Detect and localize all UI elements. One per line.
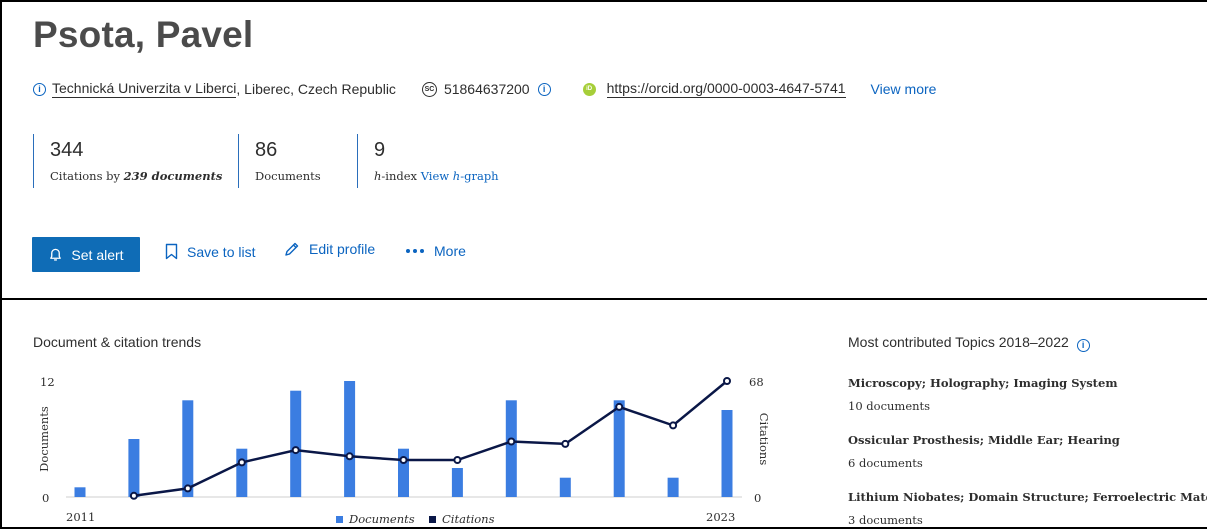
topic-item[interactable]: Lithium Niobates; Domain Structure; Ferr…: [848, 490, 1207, 527]
save-to-list-label: Save to list: [187, 243, 256, 260]
documents-bar: [74, 487, 86, 497]
citations-point: [183, 484, 192, 493]
citations-count: 344: [50, 139, 84, 161]
scopus-info-icon[interactable]: i: [537, 82, 551, 96]
hindex-value: 9: [374, 139, 386, 161]
more-button[interactable]: More: [405, 243, 466, 259]
legend-citations-swatch: [429, 516, 436, 523]
documents-bar: [505, 400, 517, 497]
documents-bar: [398, 448, 409, 497]
citations-point: [507, 437, 516, 446]
hindex-metric: 9 h-index View h-graph: [357, 134, 499, 188]
citations-point: [723, 377, 731, 385]
section-divider: [0, 298, 1207, 300]
documents-bar: [667, 477, 679, 497]
bookmark-icon: [165, 243, 178, 260]
info-icon[interactable]: i: [33, 82, 46, 96]
documents-bar: [344, 381, 356, 497]
citations-point: [237, 458, 246, 467]
x-tick-last: 2023: [706, 510, 735, 524]
edit-profile-button[interactable]: Edit profile: [284, 241, 375, 257]
citations-line: [133, 380, 728, 498]
topic-name: Microscopy; Holography; Imaging System: [848, 376, 1118, 390]
y2-tick-min: 0: [754, 491, 761, 505]
y2-tick-max: 68: [749, 375, 764, 389]
more-dots-icon: [406, 249, 424, 253]
citations-metric[interactable]: 344 Citations by 239 documents: [33, 134, 222, 188]
save-to-list-button[interactable]: Save to list: [165, 243, 255, 260]
affiliation-link[interactable]: Technická Univerzita v Liberci: [52, 80, 237, 98]
topics-info-icon[interactable]: i: [1076, 338, 1090, 352]
citations-point: [129, 491, 138, 500]
documents-bar: [613, 400, 625, 497]
citations-point: [399, 456, 408, 464]
topic-name: Ossicular Prosthesis; Middle Ear; Hearin…: [848, 433, 1120, 447]
documents-bar: [236, 448, 248, 497]
citations-point: [291, 446, 300, 455]
scopus-author-id: 51864637200: [443, 81, 530, 97]
citations-point: [453, 456, 462, 464]
topic-item[interactable]: Microscopy; Holography; Imaging System 1…: [848, 376, 1117, 413]
topics-title: Most contributed Topics 2018–2022 i: [848, 334, 1096, 352]
legend-citations-label: Citations: [442, 512, 495, 526]
legend-documents-label: Documents: [348, 512, 415, 526]
orcid-icon: iD: [582, 82, 596, 96]
set-alert-label: Set alert: [71, 246, 124, 263]
set-alert-button[interactable]: Set alert: [32, 237, 140, 272]
view-more-link[interactable]: View more: [871, 81, 937, 97]
documents-bar: [128, 439, 140, 497]
affiliation-location: , Liberec, Czech Republic: [236, 81, 396, 97]
documents-bar: [290, 390, 302, 497]
citations-point: [615, 402, 624, 411]
topic-doc-count: 10 documents: [848, 399, 931, 413]
pencil-icon: [285, 242, 299, 256]
y-tick-min: 0: [42, 491, 49, 505]
page-title: Psota, Pavel: [33, 14, 254, 55]
y2-axis-title: Citations: [757, 413, 771, 466]
citations-point: [345, 452, 354, 461]
edit-profile-label: Edit profile: [309, 241, 376, 257]
documents-bar: [721, 410, 733, 497]
topic-doc-count: 3 documents: [848, 513, 923, 527]
view-hgraph-link[interactable]: View h-graph: [421, 169, 499, 183]
x-tick-first: 2011: [66, 510, 95, 524]
bell-icon: [50, 248, 62, 261]
orcid-link[interactable]: https://orcid.org/0000-0003-4647-5741: [606, 80, 846, 98]
trend-chart: Documents Citations 12 0 68 0 2011 2023 …: [37, 375, 771, 526]
legend-documents-swatch: [336, 516, 343, 523]
documents-bar: [559, 477, 571, 497]
documents-label: Documents: [255, 169, 321, 183]
y-tick-max: 12: [40, 375, 55, 389]
topic-name: Lithium Niobates; Domain Structure; Ferr…: [848, 490, 1207, 504]
citations-point: [561, 439, 570, 448]
citations-label: Citations by 239 documents: [50, 169, 223, 183]
citations-point: [669, 421, 678, 430]
topic-item[interactable]: Ossicular Prosthesis; Middle Ear; Hearin…: [848, 433, 1120, 470]
profile-meta-row: i Technická Univerzita v Liberci , Liber…: [33, 78, 936, 100]
documents-metric[interactable]: 86 Documents: [238, 134, 321, 188]
topic-doc-count: 6 documents: [848, 456, 923, 470]
documents-bar: [182, 400, 194, 497]
hindex-label: h-index View h-graph: [374, 169, 499, 183]
scopus-id-icon: SC: [421, 81, 437, 97]
y-axis-title: Documents: [37, 406, 51, 472]
documents-bar: [451, 468, 463, 497]
more-label: More: [434, 243, 466, 259]
documents-count: 86: [255, 139, 278, 161]
